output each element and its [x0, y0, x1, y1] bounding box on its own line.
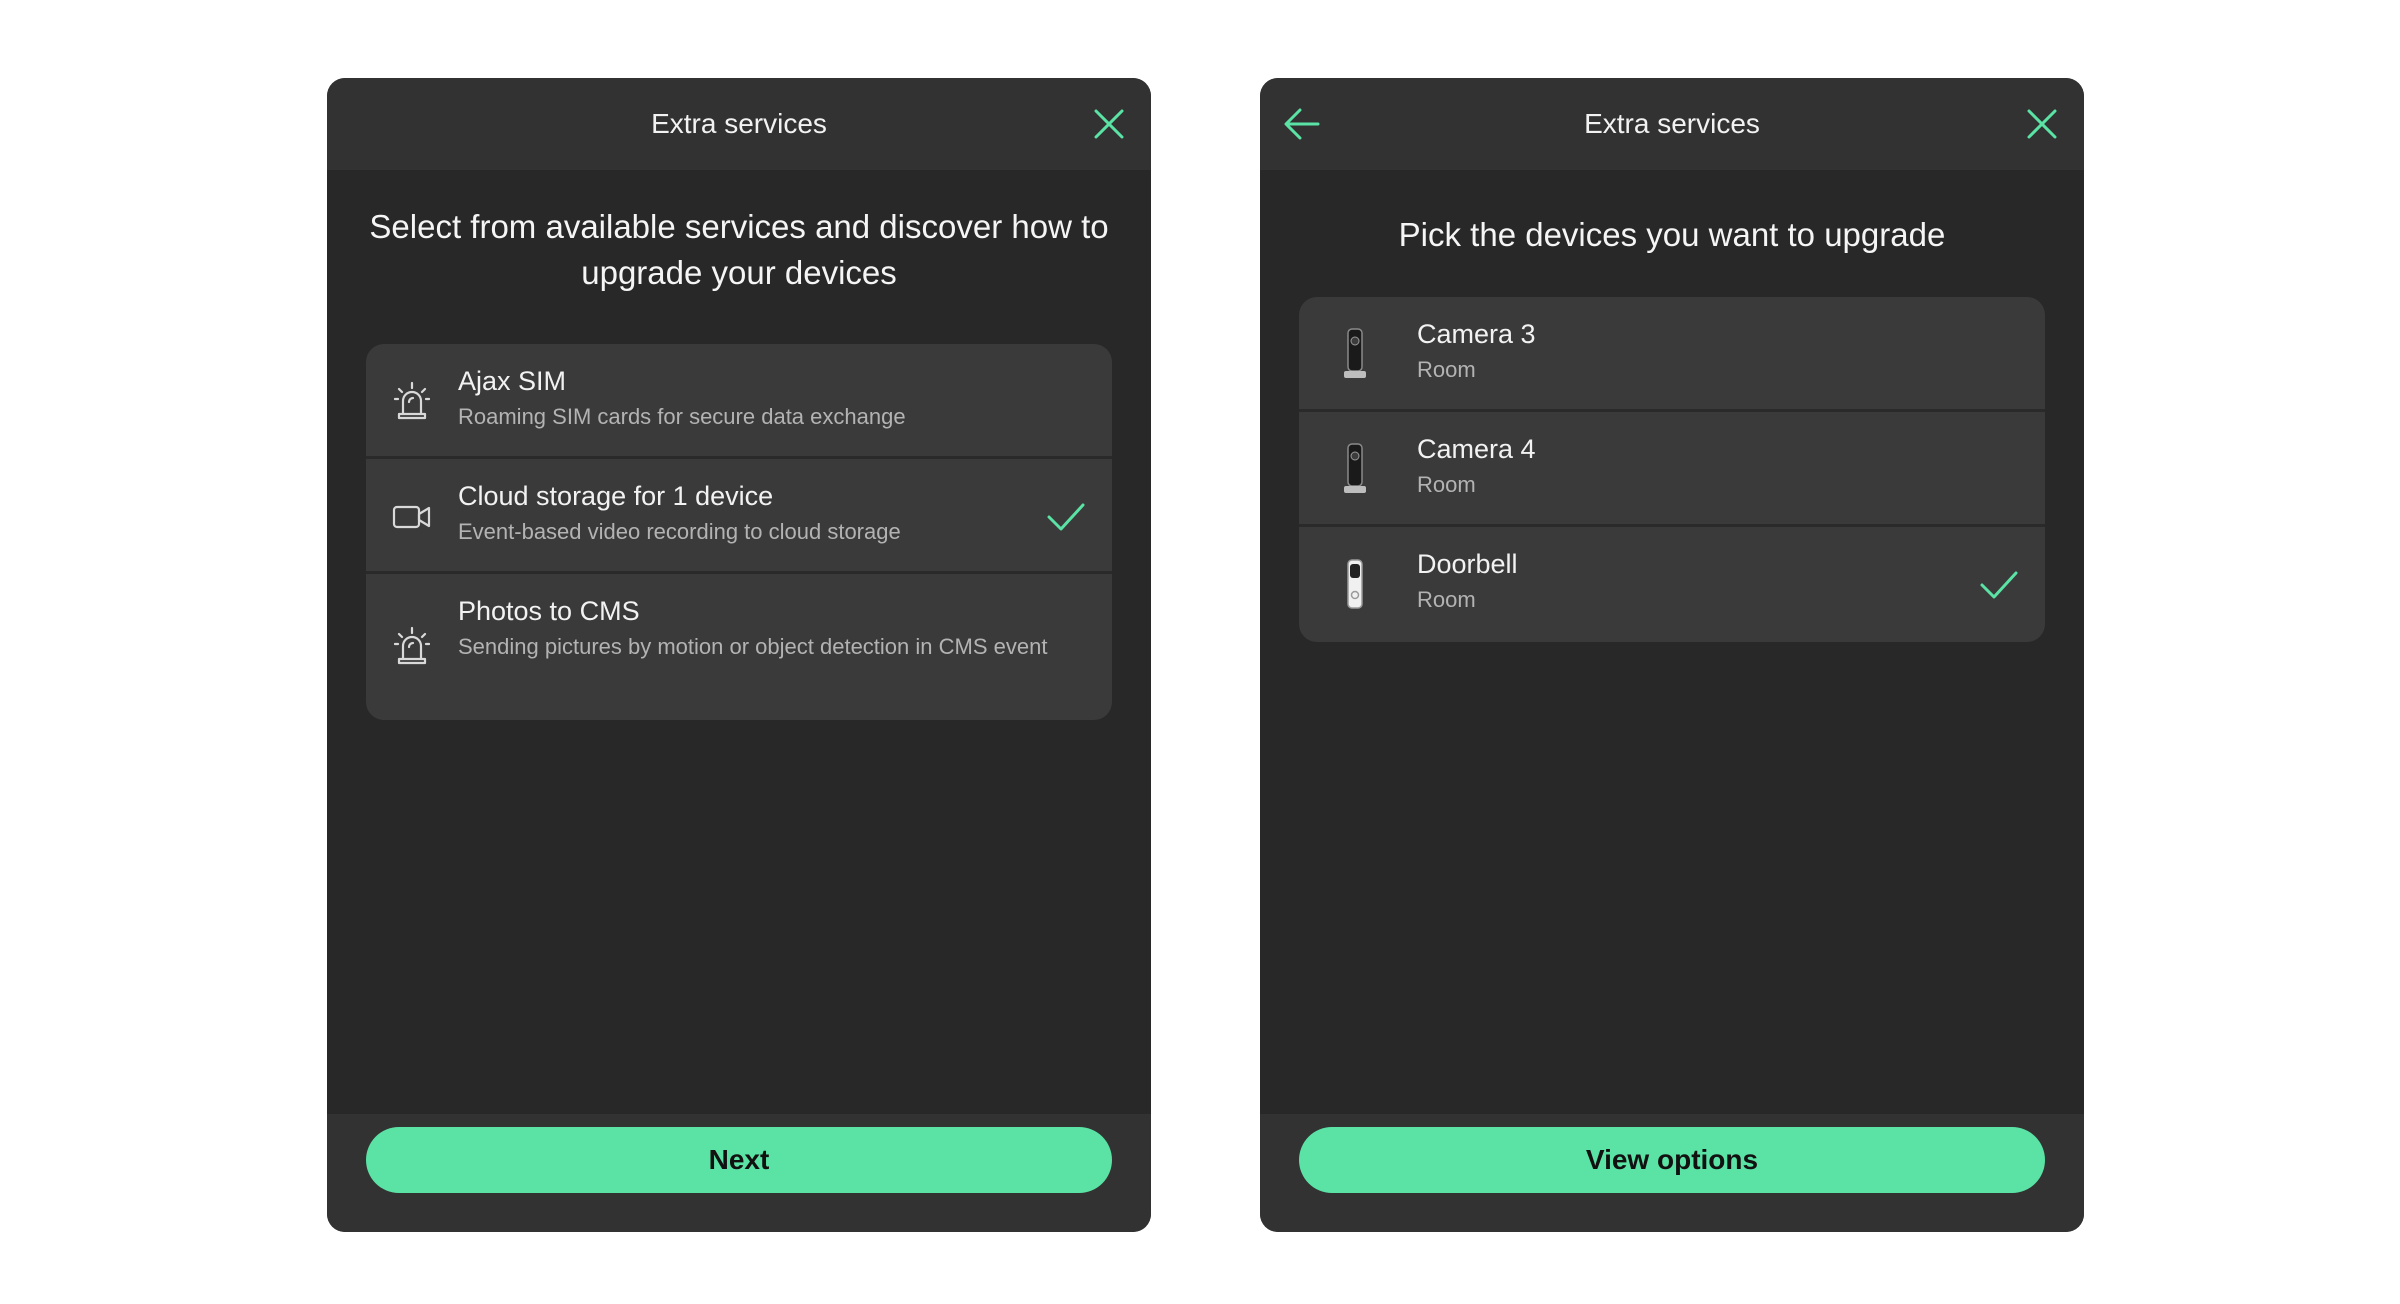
siren-icon — [390, 379, 434, 423]
service-item-photos-to-cms[interactable]: Photos to CMS Sending pictures by motion… — [366, 574, 1112, 720]
header: Extra services — [327, 78, 1151, 170]
header-title: Extra services — [1584, 108, 1760, 139]
service-item-cloud-storage[interactable]: Cloud storage for 1 device Event-based v… — [366, 459, 1112, 574]
camera-device-icon — [1333, 327, 1377, 381]
header-title: Extra services — [651, 108, 827, 139]
service-item-ajax-sim[interactable]: Ajax SIM Roaming SIM cards for secure da… — [366, 344, 1112, 459]
service-title: Photos to CMS — [458, 596, 640, 626]
close-icon — [1094, 109, 1124, 139]
close-button[interactable] — [1085, 100, 1133, 148]
footer: View options — [1260, 1114, 2084, 1232]
check-icon — [1047, 503, 1085, 531]
device-title: Doorbell — [1417, 549, 1518, 579]
device-item-doorbell[interactable]: Doorbell Room — [1299, 527, 2045, 642]
view-options-button[interactable]: View options — [1299, 1127, 2045, 1193]
page-heading: Pick the devices you want to upgrade — [1398, 216, 1946, 253]
header: Extra services — [1260, 78, 2084, 170]
service-title: Cloud storage for 1 device — [458, 481, 774, 511]
close-button[interactable] — [2018, 100, 2066, 148]
footer: Next — [327, 1114, 1151, 1232]
device-subtitle: Room — [1417, 357, 1476, 382]
device-title: Camera 4 — [1417, 434, 1536, 464]
device-subtitle: Room — [1417, 587, 1476, 612]
device-item-camera-3[interactable]: Camera 3 Room — [1299, 297, 2045, 412]
services-panel: Extra services Select from available ser… — [327, 78, 1151, 1232]
service-title: Ajax SIM — [458, 366, 567, 396]
device-title: Camera 3 — [1417, 319, 1536, 349]
service-subtitle: Sending pictures by motion or object det… — [458, 634, 1048, 659]
device-item-camera-4[interactable]: Camera 4 Room — [1299, 412, 2045, 527]
devices-list: Camera 3 Room Camera 4 Room Doorbell Roo… — [1299, 297, 2045, 642]
doorbell-device-icon — [1333, 557, 1377, 611]
services-list: Ajax SIM Roaming SIM cards for secure da… — [366, 344, 1112, 720]
device-subtitle: Room — [1417, 472, 1476, 497]
video-camera-icon — [390, 495, 434, 539]
close-icon — [2027, 109, 2057, 139]
service-subtitle: Event-based video recording to cloud sto… — [458, 519, 901, 544]
page-heading: Select from available services and disco… — [369, 208, 1109, 291]
camera-device-icon — [1333, 442, 1377, 496]
service-subtitle: Roaming SIM cards for secure data exchan… — [458, 404, 906, 429]
siren-icon — [390, 624, 434, 668]
next-button[interactable]: Next — [366, 1127, 1112, 1193]
check-icon — [1980, 571, 2018, 599]
devices-panel: Extra services Pick the devices you want… — [1260, 78, 2084, 1232]
